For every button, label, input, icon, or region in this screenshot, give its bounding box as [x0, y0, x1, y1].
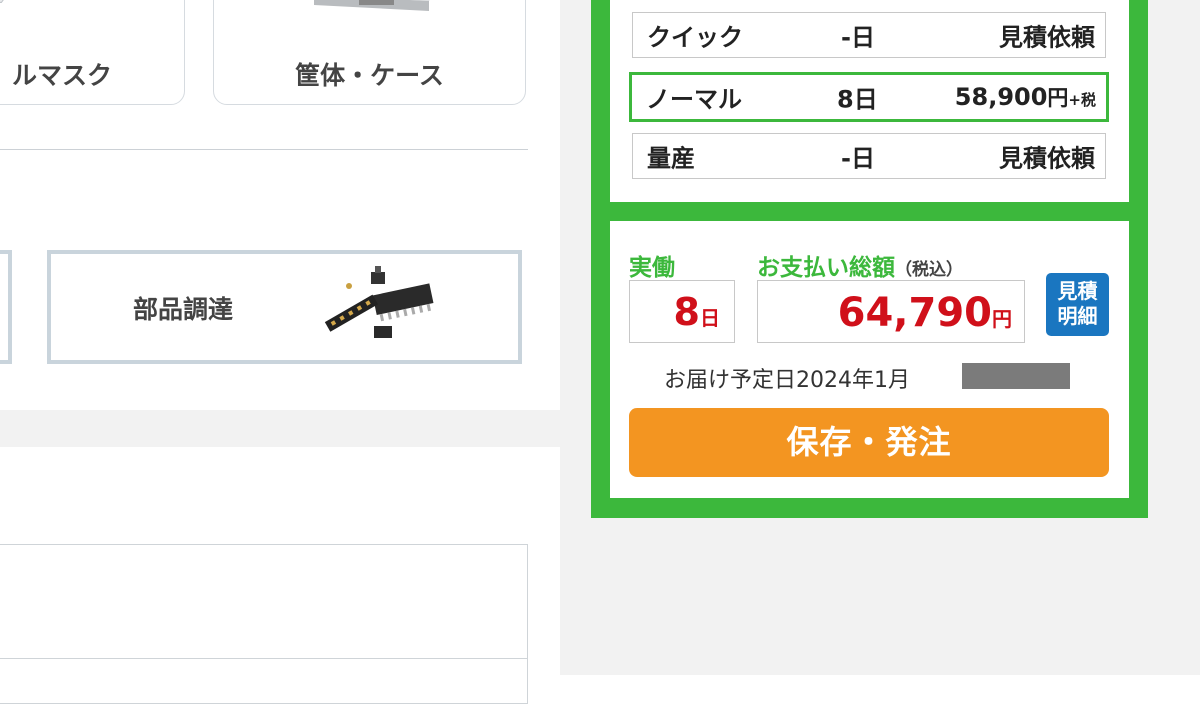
work-days-unit: 日 [700, 306, 720, 330]
quote-details-button[interactable]: 見積 明細 [1046, 273, 1109, 336]
quote-button-line1: 見積 [1057, 279, 1098, 303]
plan-name: 量産 [647, 144, 695, 173]
category-label: 筐体・ケース [295, 61, 444, 90]
section-gap [0, 410, 560, 447]
plan-price: 58,900円+税 [955, 82, 1096, 112]
price-tax: +税 [1068, 91, 1096, 109]
delivery-date-text: お届け予定日2024年1月 [664, 368, 910, 393]
plan-name: ノーマル [646, 85, 742, 114]
category-label: ルマスク [11, 61, 112, 90]
service-card-partial[interactable] [0, 250, 12, 364]
service-label: 部品調達 [133, 295, 234, 324]
price-value: 58,900 [954, 83, 1048, 111]
divider [0, 658, 527, 659]
redacted-block [962, 363, 1070, 389]
plan-price: 見積依頼 [999, 23, 1095, 52]
plan-row-normal[interactable]: ノーマル 8日 58,900円+税 [629, 72, 1109, 122]
save-order-button[interactable]: 保存・発注 [629, 408, 1109, 477]
electronic-parts-icon [324, 266, 434, 338]
plan-name: クイック [647, 23, 743, 52]
plan-days: -日 [841, 23, 875, 52]
total-label: お支払い総額（税込） [757, 248, 963, 282]
category-card-metal-mask[interactable]: ルマスク [0, 0, 185, 105]
service-card-parts-procurement[interactable]: 部品調達 [47, 250, 522, 364]
work-days-field: 8日 [629, 280, 735, 343]
plan-price: 見積依頼 [999, 144, 1095, 173]
metal-mask-thumbnail-icon [0, 0, 4, 3]
total-value: 64,790 [837, 290, 992, 336]
total-label-text: お支払い総額 [757, 255, 895, 281]
total-unit: 円 [992, 307, 1012, 331]
plan-days: 8日 [837, 85, 878, 114]
total-label-note: （税込） [895, 260, 963, 280]
divider [0, 149, 528, 150]
work-days-label: 実働 [629, 255, 675, 281]
quote-button-line2: 明細 [1057, 304, 1098, 328]
plan-row-quick[interactable]: クイック -日 見積依頼 [632, 12, 1106, 58]
plan-row-mass-production[interactable]: 量産 -日 見積依頼 [632, 133, 1106, 179]
plan-days: -日 [841, 144, 875, 173]
total-amount-field: 64,790円 [757, 280, 1025, 343]
price-unit: 円 [1047, 86, 1069, 110]
enclosure-thumbnail-icon [314, 0, 430, 11]
content-box [0, 544, 528, 704]
category-card-enclosure[interactable]: 筐体・ケース [213, 0, 526, 105]
work-days-value: 8 [673, 290, 700, 334]
